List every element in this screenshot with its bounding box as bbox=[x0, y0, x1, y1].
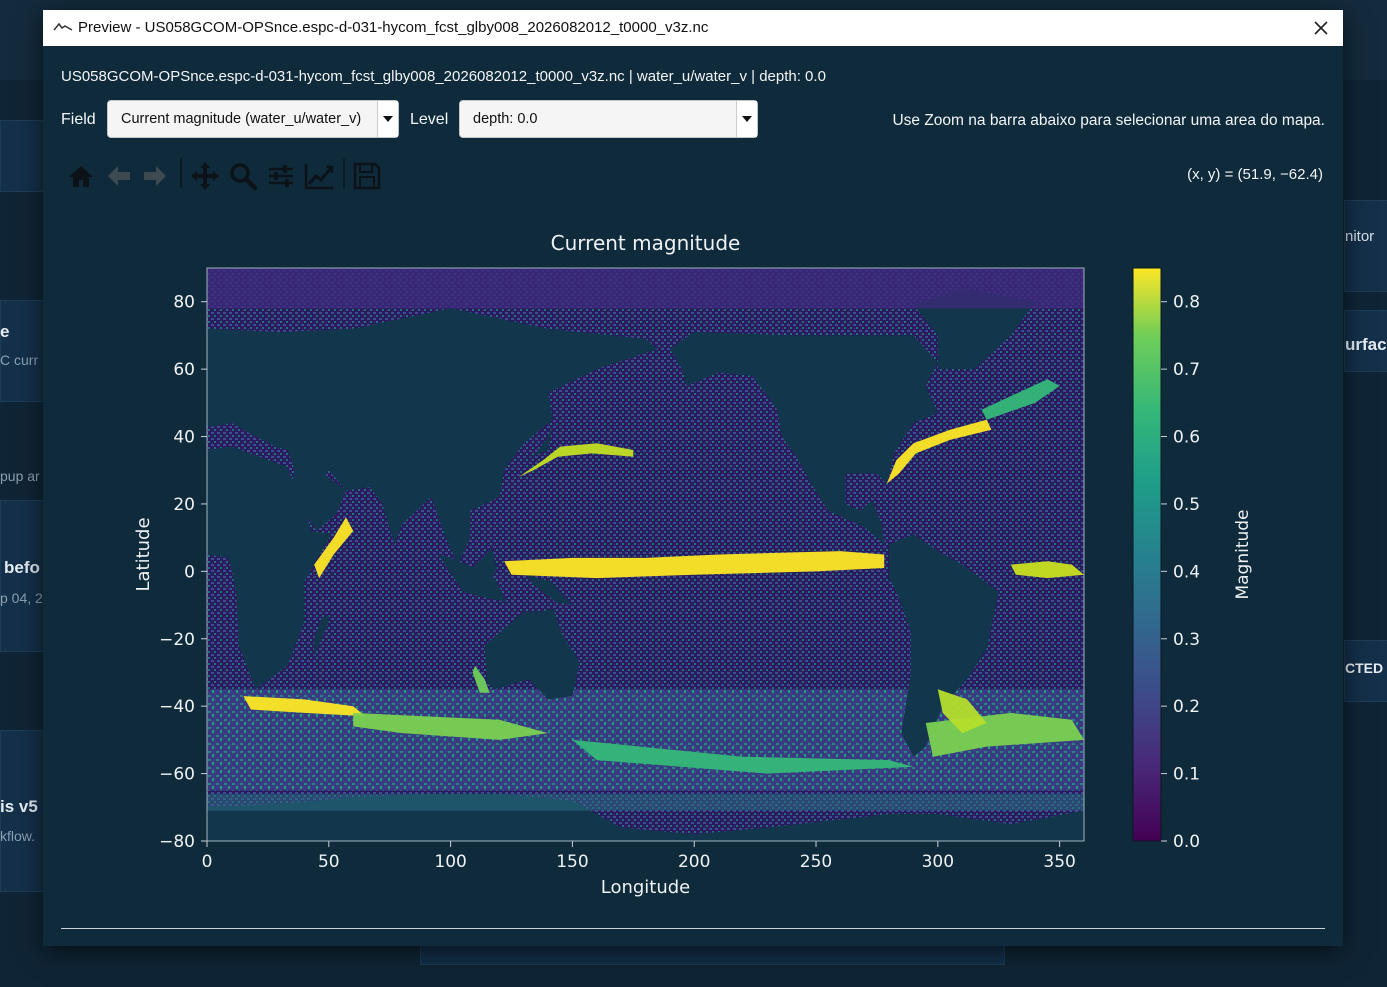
colorbar-tick-label: 0.4 bbox=[1173, 562, 1200, 582]
field-label: Field bbox=[61, 111, 96, 128]
y-tick-label: −20 bbox=[159, 630, 195, 650]
zoom-icon[interactable] bbox=[227, 160, 259, 192]
chart-root: Current magnitude0 50 100 150 200 250 300 350−8… bbox=[133, 231, 1253, 898]
y-tick-label: 80 bbox=[173, 293, 195, 313]
level-label: Level bbox=[410, 111, 449, 128]
background-title-fragment: CTED bbox=[1345, 660, 1384, 676]
y-tick-label: −40 bbox=[159, 697, 195, 717]
background-title-fragment: urface bbox=[1345, 335, 1387, 354]
y-tick-label: 0 bbox=[184, 562, 195, 582]
colorbar-tick-label: 0.1 bbox=[1173, 765, 1200, 785]
home-icon[interactable] bbox=[65, 160, 97, 192]
app-logo-icon bbox=[53, 22, 73, 31]
zoom-hint: Use Zoom na barra abaixo para selecionar… bbox=[892, 112, 1325, 129]
colorbar-tick-label: 0.5 bbox=[1173, 495, 1200, 515]
current-magnitude-plot[interactable]: Current magnitude0 50 100 150 200 250 300 350−8… bbox=[103, 222, 1283, 912]
toolbar-separator bbox=[180, 158, 182, 188]
colorbar-tick-label: 0.2 bbox=[1173, 697, 1200, 717]
file-info-header: US058GCOM-OPSnce.espc-d-031-hycom_fcst_g… bbox=[61, 68, 826, 85]
background-subtitle-fragment: p 04, 2 bbox=[0, 590, 43, 606]
colorbar-tick-label: 0.7 bbox=[1173, 360, 1200, 380]
colorbar-tick-label: 0.3 bbox=[1173, 630, 1200, 650]
colorbar-tick-label: 0.0 bbox=[1173, 832, 1200, 852]
background-title-fragment: is v5 bbox=[0, 797, 38, 816]
chevron-down-icon[interactable] bbox=[377, 101, 398, 137]
toolbar-separator bbox=[343, 158, 345, 188]
chevron-down-icon[interactable] bbox=[736, 101, 757, 137]
close-icon[interactable] bbox=[1309, 16, 1333, 40]
y-tick-label: 60 bbox=[173, 360, 195, 380]
cursor-coordinates: (x, y) = (51.9, −62.4) bbox=[1187, 166, 1323, 183]
x-tick-label: 350 bbox=[1043, 852, 1075, 872]
x-tick-label: 200 bbox=[678, 852, 710, 872]
y-tick-label: 20 bbox=[173, 495, 195, 515]
x-tick-label: 150 bbox=[556, 852, 588, 872]
forward-arrow-icon[interactable] bbox=[139, 160, 171, 192]
dialog-titlebar[interactable]: Preview - US058GCOM-OPSnce.espc-d-031-hy… bbox=[43, 10, 1343, 46]
x-tick-label: 100 bbox=[434, 852, 466, 872]
background-panel-left-2 bbox=[0, 300, 44, 402]
field-select[interactable]: Current magnitude (water_u/water_v) bbox=[107, 100, 399, 138]
background-title-fragment: befo bbox=[4, 558, 40, 577]
footer-divider bbox=[61, 928, 1325, 929]
preview-dialog: Preview - US058GCOM-OPSnce.espc-d-031-hy… bbox=[43, 10, 1343, 946]
x-tick-label: 50 bbox=[318, 852, 340, 872]
save-icon[interactable] bbox=[351, 160, 383, 192]
y-tick-label: −60 bbox=[159, 765, 195, 785]
x-axis-label: Longitude bbox=[601, 877, 691, 898]
y-tick-label: 40 bbox=[173, 428, 195, 448]
colorbar-tick-label: 0.6 bbox=[1173, 428, 1200, 448]
back-arrow-icon[interactable] bbox=[103, 160, 135, 192]
configure-subplots-icon[interactable] bbox=[265, 160, 297, 192]
background-subtitle-fragment: nitor bbox=[1345, 228, 1375, 245]
background-subtitle-fragment: pup ar bbox=[0, 468, 40, 484]
background-panel-left bbox=[0, 120, 44, 192]
level-select-value: depth: 0.0 bbox=[473, 111, 538, 127]
plot-toolbar bbox=[65, 156, 385, 196]
x-tick-label: 300 bbox=[922, 852, 954, 872]
pan-icon[interactable] bbox=[189, 160, 221, 192]
chart-title: Current magnitude bbox=[551, 231, 741, 255]
colorbar-label: Magnitude bbox=[1233, 509, 1253, 599]
background-subtitle-fragment: kflow. bbox=[0, 828, 36, 844]
y-tick-label: −80 bbox=[159, 832, 195, 852]
colorbar bbox=[1132, 267, 1162, 842]
x-tick-label: 0 bbox=[202, 852, 213, 872]
colorbar-tick-label: 0.8 bbox=[1173, 293, 1200, 313]
x-tick-label: 250 bbox=[800, 852, 832, 872]
y-axis-label: Latitude bbox=[133, 517, 154, 591]
background-panel-bottom bbox=[420, 945, 1005, 965]
background-panel-right bbox=[1344, 200, 1387, 292]
background-title-fragment: e bbox=[0, 322, 10, 341]
background-subtitle-fragment: C curr bbox=[0, 352, 39, 368]
arctic-field bbox=[207, 268, 1084, 309]
field-select-value: Current magnitude (water_u/water_v) bbox=[121, 111, 362, 127]
dialog-title: Preview - US058GCOM-OPSnce.espc-d-031-hy… bbox=[78, 19, 709, 36]
edit-axis-icon[interactable] bbox=[303, 160, 335, 192]
antarctic-shelf-field bbox=[207, 793, 1084, 811]
level-select[interactable]: depth: 0.0 bbox=[459, 100, 758, 138]
